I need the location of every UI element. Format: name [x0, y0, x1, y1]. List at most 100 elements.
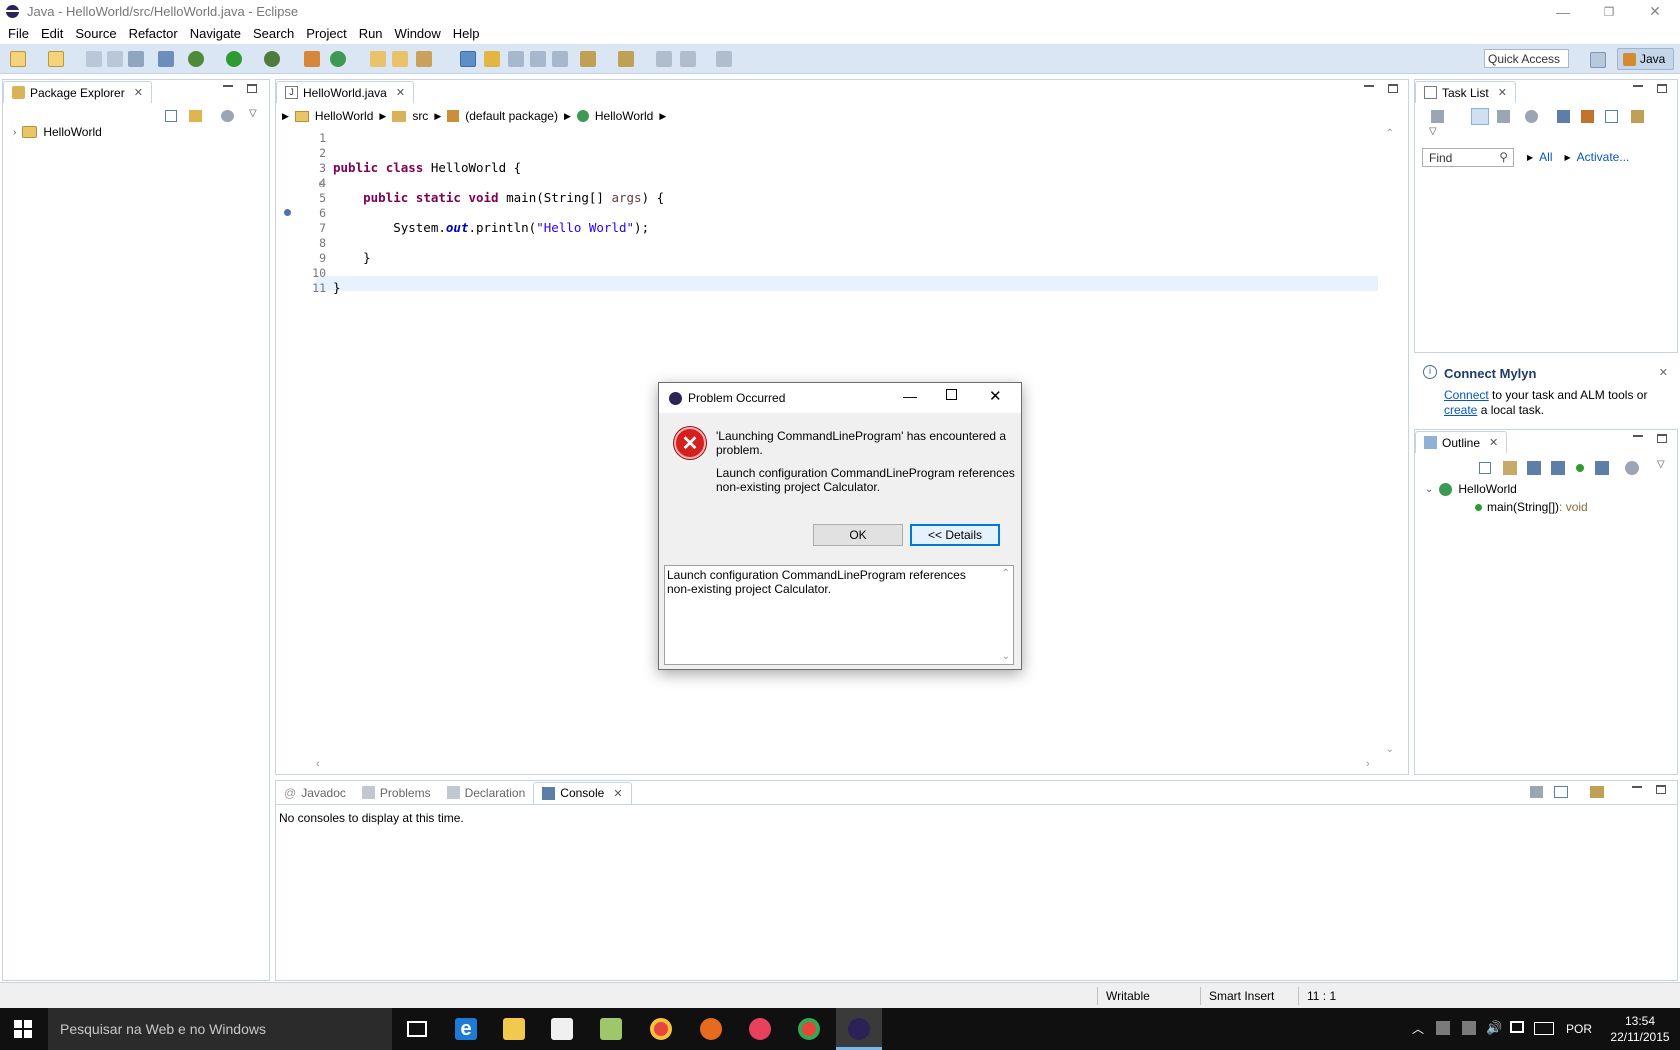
show-pilcrow-icon[interactable]	[552, 51, 568, 67]
focus-icon[interactable]	[1525, 110, 1538, 123]
run-icon[interactable]	[226, 51, 242, 67]
activate-link[interactable]: Activate...	[1577, 150, 1630, 164]
hide-local-types-icon[interactable]	[1595, 461, 1609, 475]
tab-problems[interactable]: Problems	[354, 782, 439, 804]
language-indicator[interactable]: POR	[1566, 1022, 1592, 1036]
hide-completed-icon[interactable]	[1557, 110, 1570, 123]
breadcrumb-package[interactable]: (default package)	[465, 109, 558, 123]
new-task-icon[interactable]	[1431, 110, 1444, 123]
block-selection-icon[interactable]	[508, 51, 524, 67]
scroll-down-icon[interactable]: ⌄	[1002, 651, 1010, 662]
close-dialog-button[interactable]: ✕	[989, 387, 1002, 405]
outline-method-item[interactable]: main(String[]) : void	[1475, 500, 1588, 514]
mark-occurrences-icon[interactable]	[460, 51, 476, 67]
maximize-dialog-button[interactable]	[946, 389, 957, 400]
sort-icon[interactable]	[1503, 461, 1517, 475]
open-type-icon[interactable]	[370, 51, 386, 67]
maximize-view-icon[interactable]	[1657, 84, 1667, 93]
restore-button[interactable]: ❐	[1586, 0, 1632, 23]
view-menu-icon[interactable]: ▽	[1429, 126, 1437, 137]
tree-item-helloworld[interactable]: › HelloWorld	[13, 125, 102, 139]
search-icon[interactable]	[416, 51, 432, 67]
save-all-icon[interactable]	[107, 51, 123, 67]
scroll-down-icon[interactable]: ⌄	[1386, 744, 1394, 755]
open-perspective-icon[interactable]	[1590, 52, 1606, 68]
fold-toggle-icon[interactable]: ⊖	[318, 179, 326, 190]
quick-access-input[interactable]: Quick Access	[1484, 49, 1569, 68]
menu-refactor[interactable]: Refactor	[123, 26, 184, 41]
chevron-down-icon[interactable]: ⌄	[1425, 484, 1433, 495]
menu-run[interactable]: Run	[353, 26, 389, 41]
scroll-left-icon[interactable]: ‹	[316, 758, 320, 770]
minimize-view-icon[interactable]	[1632, 786, 1642, 788]
create-link[interactable]: create	[1444, 403, 1477, 417]
hide-static-icon[interactable]	[1551, 461, 1565, 475]
breadcrumb-project[interactable]: HelloWorld	[315, 109, 373, 123]
tab-package-explorer[interactable]: Package Explorer ✕	[3, 81, 152, 103]
store-icon[interactable]	[551, 1018, 573, 1040]
menu-window[interactable]: Window	[389, 26, 447, 41]
categorized-icon[interactable]	[1471, 108, 1489, 125]
close-icon[interactable]: ✕	[1498, 86, 1507, 99]
presentation-icon[interactable]	[1631, 110, 1644, 123]
save-icon[interactable]	[86, 51, 102, 67]
view-menu-icon[interactable]: ▽	[1657, 459, 1665, 470]
scroll-right-icon[interactable]: ›	[1366, 758, 1370, 770]
find-input[interactable]: Find ⚲	[1422, 148, 1514, 167]
tab-outline[interactable]: Outline ✕	[1415, 431, 1508, 453]
outline-class-item[interactable]: ⌄ HelloWorld	[1425, 482, 1517, 496]
collapse-all-icon[interactable]	[165, 110, 177, 122]
new-class-icon[interactable]	[330, 51, 346, 67]
edge-icon[interactable]: e	[455, 1018, 477, 1040]
print-icon[interactable]	[128, 51, 144, 67]
itunes-icon[interactable]	[749, 1018, 771, 1040]
menu-source[interactable]: Source	[69, 26, 122, 41]
forward-icon[interactable]	[716, 51, 732, 67]
notifications-icon[interactable]	[1510, 1021, 1524, 1033]
menu-help[interactable]: Help	[447, 26, 486, 41]
taskbar-search-input[interactable]: Pesquisar na Web e no Windows	[48, 1008, 392, 1050]
breakpoint-marker-icon[interactable]	[284, 209, 291, 216]
back-icon[interactable]	[680, 51, 696, 67]
new-icon[interactable]	[10, 51, 26, 67]
toggle-breakpoint-icon[interactable]	[158, 51, 174, 67]
task-view-icon[interactable]	[407, 1021, 427, 1037]
breadcrumb-src[interactable]: src	[412, 109, 428, 123]
minimize-editor-icon[interactable]	[1364, 85, 1374, 87]
view-menu-icon[interactable]: ▽	[249, 108, 257, 119]
tab-console[interactable]: Console ✕	[533, 781, 632, 804]
file-explorer-icon[interactable]	[503, 1018, 525, 1040]
next-annotation-icon[interactable]	[580, 51, 596, 67]
tab-helloworld-java[interactable]: J HelloWorld.java ✕	[276, 81, 415, 103]
external-tools-icon[interactable]	[264, 51, 280, 67]
eclipse-taskbar-button[interactable]	[836, 1008, 882, 1050]
maximize-editor-icon[interactable]	[1388, 84, 1398, 93]
breadcrumb-class[interactable]: HelloWorld	[595, 109, 653, 123]
menu-search[interactable]: Search	[247, 26, 300, 41]
focus-icon[interactable]	[1625, 461, 1639, 475]
minimize-view-icon[interactable]	[223, 85, 233, 87]
hide-non-public-icon[interactable]	[1576, 464, 1584, 472]
collapse-all-icon[interactable]	[1479, 462, 1491, 474]
scroll-up-icon[interactable]: ⌃	[1002, 568, 1010, 579]
new-java-icon[interactable]	[48, 51, 64, 67]
battery-icon[interactable]	[1462, 1021, 1476, 1035]
folder-app-icon[interactable]	[600, 1018, 622, 1040]
menu-file[interactable]: File	[2, 26, 35, 41]
minimize-dialog-button[interactable]: —	[903, 388, 917, 404]
menu-navigate[interactable]: Navigate	[184, 26, 247, 41]
ok-button[interactable]: OK	[813, 524, 903, 546]
close-icon[interactable]: ✕	[1489, 436, 1498, 449]
all-link[interactable]: All	[1539, 150, 1552, 164]
scheduled-icon[interactable]	[1497, 110, 1510, 123]
link-with-editor-icon[interactable]	[189, 110, 202, 122]
windows-start-icon[interactable]	[14, 1020, 32, 1038]
keyboard-icon[interactable]	[1534, 1022, 1554, 1035]
minimize-view-icon[interactable]	[1633, 435, 1643, 437]
previous-annotation-icon[interactable]	[618, 51, 634, 67]
open-console-icon[interactable]	[1590, 786, 1604, 798]
open-task-icon[interactable]	[392, 51, 408, 67]
focus-task-icon[interactable]	[221, 110, 234, 122]
java-perspective-button[interactable]: Java	[1617, 48, 1674, 70]
last-edit-icon[interactable]	[656, 51, 672, 67]
